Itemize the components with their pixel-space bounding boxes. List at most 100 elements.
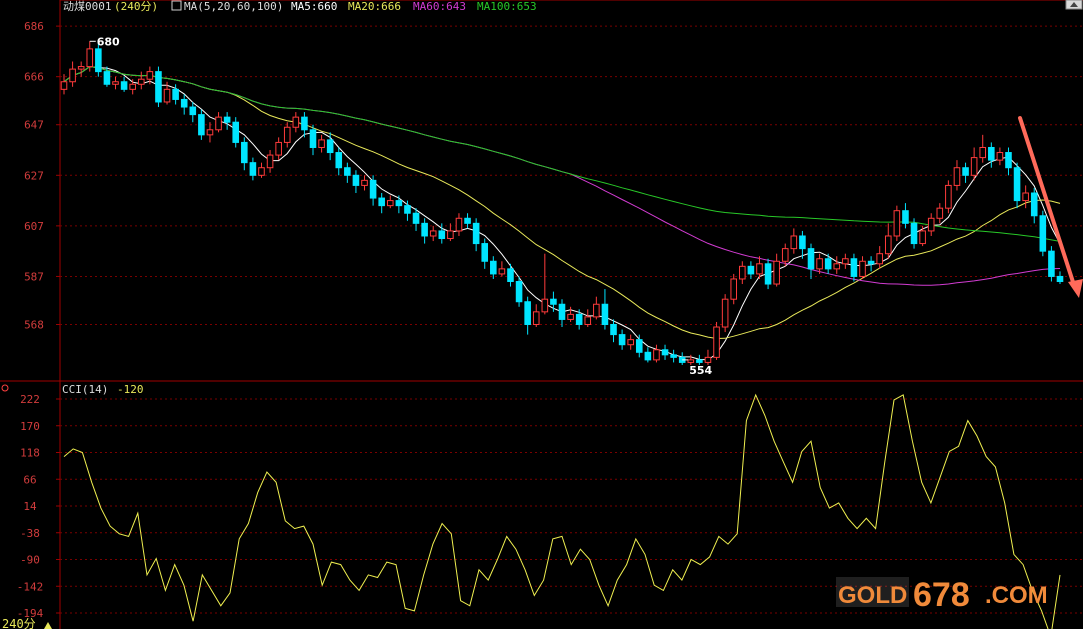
chart-canvas: 686 666 647 627 607 587 568 222 170 118 66 14 -38 -9… — [0, 0, 1083, 629]
candle-body-down — [850, 258, 858, 277]
candle-body-down — [807, 248, 815, 270]
candle — [335, 147, 343, 176]
candle-body-down — [1013, 167, 1021, 202]
candle — [584, 309, 592, 328]
candle — [713, 321, 720, 360]
candle — [532, 304, 540, 328]
candle — [1013, 162, 1021, 209]
candle — [979, 134, 987, 163]
candle — [318, 134, 325, 153]
candle-body-down — [1048, 250, 1055, 277]
y-tick-label: 568 — [24, 318, 44, 331]
ma-toggle-icon[interactable] — [171, 0, 182, 11]
candle-body-up — [781, 248, 789, 262]
candle — [747, 261, 755, 279]
candle-body-up — [970, 157, 978, 176]
candle-body-up — [541, 298, 549, 313]
candle-body-up — [318, 139, 325, 148]
candle-body-up — [704, 356, 712, 363]
candle-body-down — [670, 354, 677, 358]
candle — [60, 74, 68, 95]
candle-body-down — [601, 303, 609, 325]
y-tick-label: 587 — [24, 270, 44, 283]
annotation-high: 680 — [97, 35, 120, 48]
candle-body-up — [687, 359, 695, 363]
candle — [678, 352, 686, 365]
candle-body-up — [283, 126, 291, 143]
candle — [876, 246, 883, 269]
y-tick-label: -142 — [17, 580, 44, 593]
candle-body-up — [361, 179, 368, 186]
y-tick-label: -90 — [20, 554, 40, 567]
candle — [567, 306, 574, 322]
cci-value: -120 — [117, 383, 144, 396]
candle — [902, 203, 909, 229]
candle — [859, 256, 866, 279]
candle — [429, 225, 437, 242]
indicator-marker-icon[interactable] — [1, 384, 9, 392]
candle-body-up — [129, 83, 136, 90]
candle-body-up — [69, 68, 76, 83]
candle-body-up — [739, 265, 746, 280]
candle — [644, 347, 652, 363]
candle-body-down — [988, 146, 995, 161]
candle-body-up — [146, 71, 154, 80]
candle — [721, 294, 729, 333]
candle — [129, 79, 136, 95]
candle — [1022, 185, 1029, 209]
candle — [206, 122, 214, 143]
candle — [653, 344, 660, 363]
candle-body-down — [326, 139, 334, 154]
candle-body-up — [859, 260, 866, 277]
candle-body-down — [301, 116, 308, 131]
candle-body-down — [507, 268, 514, 283]
candle-body-up — [137, 78, 145, 85]
candle — [730, 273, 738, 305]
candle — [352, 170, 360, 193]
candle-body-up — [876, 253, 883, 265]
candle — [378, 193, 385, 214]
y-tick-label: -38 — [20, 527, 40, 540]
candle — [77, 61, 85, 77]
candle-body-up — [936, 207, 944, 219]
candle-body-down — [335, 152, 343, 169]
watermark-logo: GOLD 678 .COM — [836, 576, 1048, 614]
candle — [180, 94, 188, 115]
candle — [524, 296, 531, 335]
candle-body-down — [1005, 152, 1012, 169]
candle — [558, 299, 566, 328]
candle-body-down — [404, 205, 411, 214]
ma5-value: MA5:660 — [291, 0, 337, 13]
period-dropdown-icon[interactable] — [44, 622, 52, 629]
annotation-low: 554 — [689, 364, 712, 377]
candle — [215, 112, 222, 133]
candle-body-up — [927, 217, 935, 232]
candle-body-up — [447, 230, 454, 240]
candle-body-up — [790, 235, 798, 250]
candle-body-down — [172, 88, 179, 100]
candle-body-up — [429, 230, 437, 237]
candle-body-up — [258, 167, 265, 176]
candle — [627, 334, 634, 350]
candle — [223, 112, 231, 130]
candle-body-up — [979, 146, 987, 159]
main-y-tick-labels: 686 666 647 627 607 587 568 — [24, 20, 60, 331]
candle — [919, 225, 926, 247]
y-tick-label: 607 — [24, 220, 44, 233]
candle-body-down — [799, 235, 806, 250]
candle — [790, 228, 798, 254]
candle — [945, 180, 952, 214]
candle-body-up — [730, 278, 738, 300]
candle — [927, 213, 935, 236]
candle — [344, 162, 351, 183]
candle-body-up — [455, 217, 463, 232]
trend-arrow-head — [1068, 279, 1083, 298]
candle-body-up — [833, 263, 841, 270]
candle-body-down — [910, 222, 918, 245]
period-tab[interactable]: 240分 — [2, 617, 36, 629]
candle — [507, 263, 514, 287]
candle — [601, 289, 609, 330]
candle-body-down — [524, 301, 531, 325]
candle-body-up — [1022, 192, 1029, 202]
candle-body-down — [198, 114, 205, 136]
